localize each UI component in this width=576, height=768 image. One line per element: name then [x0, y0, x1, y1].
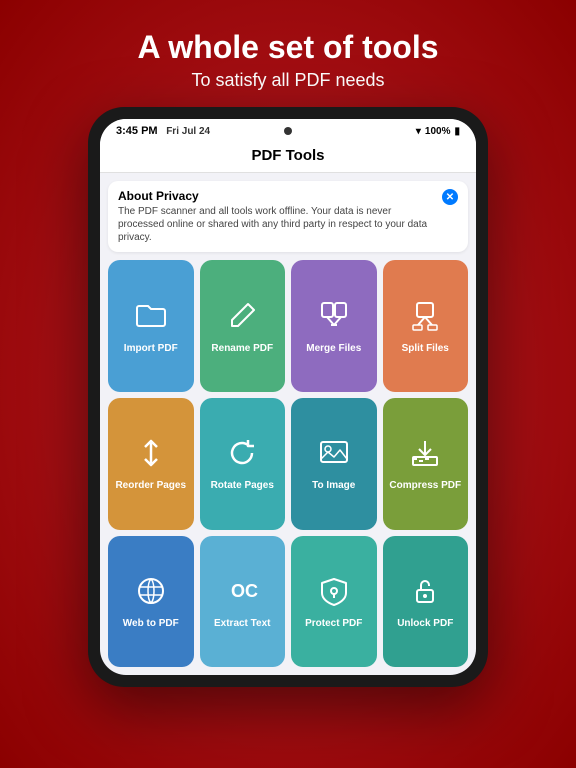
- header-title: A whole set of tools: [137, 28, 438, 66]
- ocr-icon: OCR: [226, 575, 258, 612]
- rotate-pages-button[interactable]: Rotate Pages: [200, 398, 286, 530]
- reorder-icon: [135, 437, 167, 474]
- header-section: A whole set of tools To satisfy all PDF …: [117, 0, 458, 107]
- split-icon: [409, 300, 441, 337]
- pencil-icon: [226, 300, 258, 337]
- shield-icon: [318, 575, 350, 612]
- privacy-text: The PDF scanner and all tools work offli…: [118, 205, 436, 244]
- unlock-pdf-label: Unlock PDF: [397, 618, 453, 630]
- device-screen: 3:45 PM Fri Jul 24 ▾ 100% ▮ PDF Tools Ab…: [100, 119, 476, 675]
- web-to-pdf-label: Web to PDF: [123, 618, 179, 630]
- merge-icon: [318, 300, 350, 337]
- nav-bar-title: PDF Tools: [251, 147, 324, 164]
- import-pdf-button[interactable]: Import PDF: [108, 260, 194, 392]
- reorder-pages-label: Reorder Pages: [115, 480, 186, 492]
- extract-text-label: Extract Text: [214, 618, 271, 630]
- split-files-label: Split Files: [402, 343, 449, 355]
- image-icon: [318, 437, 350, 474]
- compress-icon: [409, 437, 441, 474]
- status-date: Fri Jul 24: [161, 126, 210, 137]
- unlock-pdf-button[interactable]: Unlock PDF: [383, 536, 469, 668]
- battery-text: 100%: [425, 126, 451, 137]
- status-time-date: 3:45 PM Fri Jul 24: [116, 125, 210, 137]
- compress-pdf-button[interactable]: Compress PDF: [383, 398, 469, 530]
- split-files-button[interactable]: Split Files: [383, 260, 469, 392]
- wifi-icon: ▾: [416, 126, 421, 137]
- tools-grid: Import PDF Rename PDF: [100, 260, 476, 675]
- rotate-pages-label: Rotate Pages: [211, 480, 274, 492]
- merge-files-label: Merge Files: [306, 343, 361, 355]
- folder-icon: [135, 300, 167, 337]
- svg-text:OCR: OCR: [231, 581, 258, 601]
- extract-text-button[interactable]: OCR Extract Text: [200, 536, 286, 668]
- import-pdf-label: Import PDF: [124, 343, 178, 355]
- rotate-icon: [226, 437, 258, 474]
- rename-pdf-label: Rename PDF: [211, 343, 273, 355]
- unlock-icon: [409, 575, 441, 612]
- privacy-content: About Privacy The PDF scanner and all to…: [118, 189, 436, 244]
- battery-icon: ▮: [454, 126, 460, 137]
- nav-bar: PDF Tools: [100, 141, 476, 173]
- privacy-banner: About Privacy The PDF scanner and all to…: [108, 181, 468, 252]
- globe-icon: [135, 575, 167, 612]
- to-image-button[interactable]: To Image: [291, 398, 377, 530]
- protect-pdf-label: Protect PDF: [305, 618, 362, 630]
- compress-pdf-label: Compress PDF: [389, 480, 461, 492]
- device-camera: [284, 127, 292, 135]
- rename-pdf-button[interactable]: Rename PDF: [200, 260, 286, 392]
- merge-files-button[interactable]: Merge Files: [291, 260, 377, 392]
- privacy-close-button[interactable]: ✕: [442, 189, 458, 205]
- to-image-label: To Image: [312, 480, 355, 492]
- reorder-pages-button[interactable]: Reorder Pages: [108, 398, 194, 530]
- status-right: ▾ 100% ▮: [416, 126, 460, 137]
- device-frame: 3:45 PM Fri Jul 24 ▾ 100% ▮ PDF Tools Ab…: [88, 107, 488, 687]
- web-to-pdf-button[interactable]: Web to PDF: [108, 536, 194, 668]
- privacy-title: About Privacy: [118, 189, 436, 203]
- header-subtitle: To satisfy all PDF needs: [137, 70, 438, 91]
- status-time: 3:45 PM: [116, 125, 158, 137]
- protect-pdf-button[interactable]: Protect PDF: [291, 536, 377, 668]
